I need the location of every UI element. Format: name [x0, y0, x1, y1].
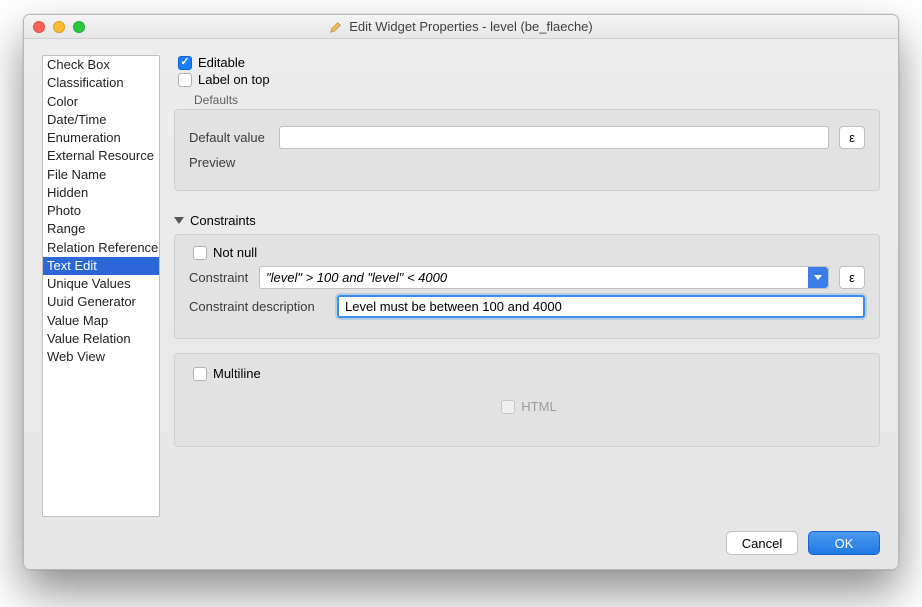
sidebar-item-classification[interactable]: Classification	[43, 74, 159, 92]
main-panel: Editable Label on top Defaults Default v…	[174, 55, 880, 517]
zoom-icon[interactable]	[73, 21, 85, 33]
dialog-window: Edit Widget Properties - level (be_flaec…	[23, 14, 899, 570]
sidebar-item-photo[interactable]: Photo	[43, 202, 159, 220]
label-on-top-label: Label on top	[198, 72, 270, 87]
sidebar-item-enumeration[interactable]: Enumeration	[43, 129, 159, 147]
default-value-expression-button[interactable]: ε	[839, 126, 865, 149]
defaults-panel: Default value ε Preview	[174, 109, 880, 191]
pencil-icon	[329, 20, 343, 34]
sidebar-item-value-relation[interactable]: Value Relation	[43, 330, 159, 348]
label-on-top-checkbox[interactable]	[178, 73, 192, 87]
widget-type-list[interactable]: Check BoxClassificationColorDate/TimeEnu…	[42, 55, 160, 517]
not-null-checkbox-row[interactable]: Not null	[193, 245, 865, 260]
html-checkbox-row: HTML	[501, 399, 556, 414]
constraint-value: "level" > 100 and "level" < 4000	[266, 270, 447, 285]
titlebar: Edit Widget Properties - level (be_flaec…	[24, 15, 898, 39]
constraints-disclosure[interactable]: Constraints	[174, 213, 880, 228]
defaults-group-label: Defaults	[194, 93, 880, 107]
constraint-desc-label: Constraint description	[189, 299, 327, 314]
html-checkbox	[501, 400, 515, 414]
not-null-checkbox[interactable]	[193, 246, 207, 260]
minimize-icon[interactable]	[53, 21, 65, 33]
constraint-expression-button[interactable]: ε	[839, 266, 865, 289]
title-text: Edit Widget Properties - level (be_flaec…	[349, 19, 593, 34]
traffic-lights	[33, 21, 85, 33]
sidebar-item-web-view[interactable]: Web View	[43, 348, 159, 366]
sidebar-item-value-map[interactable]: Value Map	[43, 312, 159, 330]
ok-button[interactable]: OK	[808, 531, 880, 555]
sidebar-item-color[interactable]: Color	[43, 93, 159, 111]
default-value-label: Default value	[189, 130, 269, 145]
cancel-button[interactable]: Cancel	[726, 531, 798, 555]
constraint-desc-input[interactable]	[337, 295, 865, 318]
not-null-label: Not null	[213, 245, 257, 260]
sidebar-item-check-box[interactable]: Check Box	[43, 56, 159, 74]
default-value-input[interactable]	[279, 126, 829, 149]
constraint-select[interactable]: "level" > 100 and "level" < 4000	[259, 266, 829, 289]
sidebar-item-range[interactable]: Range	[43, 220, 159, 238]
chevron-down-icon	[174, 217, 184, 224]
sidebar-item-unique-values[interactable]: Unique Values	[43, 275, 159, 293]
sidebar-item-relation-reference[interactable]: Relation Reference	[43, 239, 159, 257]
sidebar-item-uuid-generator[interactable]: Uuid Generator	[43, 293, 159, 311]
editable-checkbox-row[interactable]: Editable	[178, 55, 880, 70]
window-title: Edit Widget Properties - level (be_flaec…	[24, 19, 898, 34]
multiline-label: Multiline	[213, 366, 261, 381]
close-icon[interactable]	[33, 21, 45, 33]
multiline-checkbox[interactable]	[193, 367, 207, 381]
html-label: HTML	[521, 399, 556, 414]
sidebar-item-text-edit[interactable]: Text Edit	[43, 257, 159, 275]
constraints-group-label: Constraints	[190, 213, 256, 228]
sidebar-item-hidden[interactable]: Hidden	[43, 184, 159, 202]
sidebar-item-date-time[interactable]: Date/Time	[43, 111, 159, 129]
multiline-panel: Multiline HTML	[174, 353, 880, 447]
sidebar-item-file-name[interactable]: File Name	[43, 166, 159, 184]
multiline-checkbox-row[interactable]: Multiline	[193, 366, 865, 381]
sidebar-item-external-resource[interactable]: External Resource	[43, 147, 159, 165]
editable-checkbox[interactable]	[178, 56, 192, 70]
content-area: Check BoxClassificationColorDate/TimeEnu…	[24, 39, 898, 531]
chevron-down-icon[interactable]	[808, 267, 828, 288]
editable-label: Editable	[198, 55, 245, 70]
label-on-top-checkbox-row[interactable]: Label on top	[178, 72, 880, 87]
constraint-label: Constraint	[189, 270, 249, 285]
constraints-panel: Not null Constraint "level" > 100 and "l…	[174, 234, 880, 339]
preview-label: Preview	[189, 155, 269, 170]
dialog-footer: Cancel OK	[24, 531, 898, 569]
